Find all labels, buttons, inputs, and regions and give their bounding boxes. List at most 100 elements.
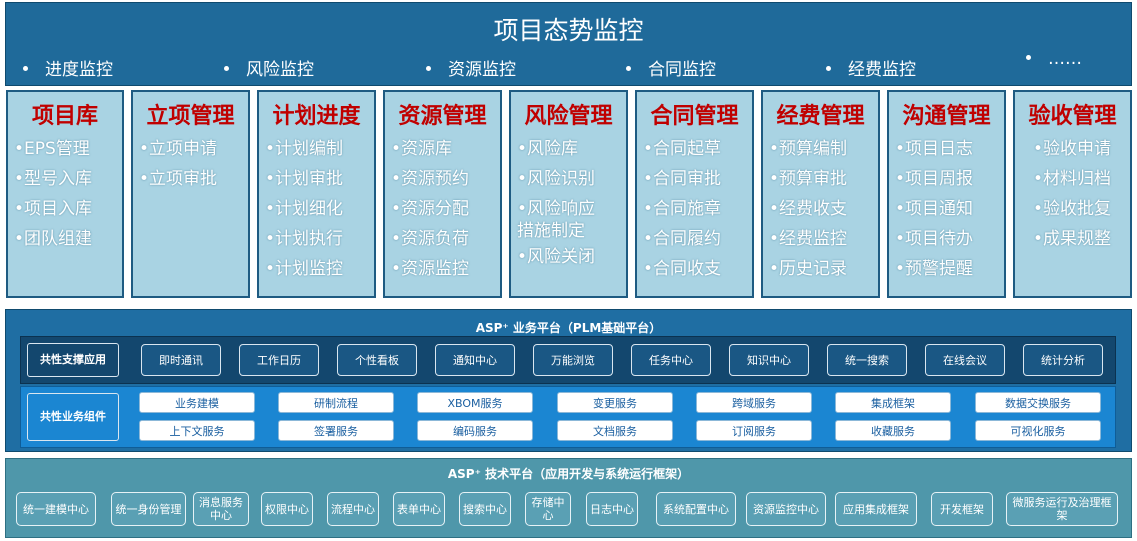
technology-platform-title: ASP⁺ 技术平台（应用开发与系统运行框架）: [447, 467, 690, 481]
module-item: •验收申请: [1033, 139, 1112, 159]
module-item: •合同收支: [643, 259, 722, 279]
app-notification-center[interactable]: 通知中心: [435, 344, 515, 376]
module-item: •项目日志: [895, 139, 974, 159]
component-business-modeling[interactable]: 业务建模: [139, 392, 255, 413]
component-favorites-service[interactable]: 收藏服务: [835, 420, 951, 441]
module-item: •型号入库: [14, 169, 93, 189]
module-item: •风险库: [517, 139, 579, 159]
bullet-icon: [23, 66, 28, 71]
module-item: •团队组建: [14, 229, 93, 249]
app-task-center[interactable]: 任务中心: [631, 344, 711, 376]
tech-system-config-center[interactable]: 系统配置中心: [656, 492, 736, 526]
monitor-item-resource: 资源监控: [426, 55, 516, 80]
module-item: •立项审批: [139, 169, 218, 189]
module-title: 验收管理: [1028, 104, 1117, 129]
app-statistics[interactable]: 统计分析: [1023, 344, 1103, 376]
app-online-meeting[interactable]: 在线会议: [925, 344, 1005, 376]
module-item: •资源负荷: [391, 229, 470, 249]
app-work-calendar[interactable]: 工作日历: [239, 344, 319, 376]
monitor-item-progress: 进度监控: [23, 55, 113, 80]
module-item: •风险关闭: [517, 247, 596, 267]
tech-identity-management[interactable]: 统一身份管理: [111, 492, 186, 526]
bullet-icon: [1026, 55, 1031, 60]
tech-log-center[interactable]: 日志中心: [586, 492, 638, 526]
module-title: 项目库: [31, 104, 98, 129]
app-universal-viewer[interactable]: 万能浏览: [533, 344, 613, 376]
module-item: •资源监控: [391, 259, 470, 279]
monitor-item-more: ……: [1026, 49, 1082, 69]
module-project-library: 项目库 •EPS管理 •型号入库 •项目入库 •团队组建: [6, 90, 124, 298]
component-subscription-service[interactable]: 订阅服务: [696, 420, 812, 441]
tech-storage-center[interactable]: 存储中心: [525, 492, 571, 526]
component-document-service[interactable]: 文档服务: [557, 420, 673, 441]
module-item: •计划细化: [265, 199, 344, 219]
module-item: •项目通知: [895, 199, 974, 219]
module-item: •预算编制: [769, 139, 848, 159]
business-platform-title: ASP⁺ 业务平台（PLM基础平台）: [475, 321, 662, 335]
tech-development-framework[interactable]: 开发框架: [931, 492, 993, 526]
module-acceptance: 验收管理 •验收申请 •材料归档 •验收批复 •成果规整: [1013, 90, 1132, 298]
module-item: •立项申请: [139, 139, 218, 159]
component-cross-domain-service[interactable]: 跨域服务: [696, 392, 812, 413]
module-item: •验收批复: [1033, 199, 1112, 219]
module-title: 合同管理: [650, 104, 739, 129]
component-change-service[interactable]: 变更服务: [557, 392, 673, 413]
module-title: 沟通管理: [902, 104, 991, 129]
app-knowledge-center[interactable]: 知识中心: [729, 344, 809, 376]
component-coding-service[interactable]: 编码服务: [417, 420, 533, 441]
bullet-icon: [426, 66, 431, 71]
module-item: 措施制定: [517, 221, 585, 241]
module-item: •资源分配: [391, 199, 470, 219]
module-item: •合同起草: [643, 139, 722, 159]
module-item: •预警提醒: [895, 259, 974, 279]
module-schedule: 计划进度 •计划编制 •计划审批 •计划细化 •计划执行 •计划监控: [257, 90, 376, 298]
tech-microservice-governance-framework[interactable]: 微服务运行及治理框架: [1006, 492, 1118, 526]
module-title: 计划进度: [272, 104, 361, 129]
tech-app-integration-framework[interactable]: 应用集成框架: [835, 492, 917, 526]
module-item: •经费收支: [769, 199, 848, 219]
module-item: •资源库: [391, 139, 453, 159]
component-context-service[interactable]: 上下文服务: [139, 420, 255, 441]
support-apps-label: 共性支撑应用: [27, 343, 119, 377]
component-integration-framework[interactable]: 集成框架: [835, 392, 951, 413]
module-item: •材料归档: [1033, 169, 1112, 189]
module-communication: 沟通管理 •项目日志 •项目周报 •项目通知 •项目待办 •预警提醒: [887, 90, 1006, 298]
module-item: •EPS管理: [14, 139, 90, 159]
tech-message-service-center[interactable]: 消息服务中心: [193, 492, 249, 526]
module-resource: 资源管理 •资源库 •资源预约 •资源分配 •资源负荷 •资源监控: [383, 90, 502, 298]
module-title: 立项管理: [146, 104, 235, 129]
module-item: •风险响应: [517, 199, 596, 219]
common-business-components-row: 共性业务组件 业务建模 研制流程 XBOM服务 变更服务 跨域服务 集成框架 数…: [20, 386, 1116, 448]
module-item: •计划执行: [265, 229, 344, 249]
component-rd-process[interactable]: 研制流程: [278, 392, 394, 413]
app-unified-search[interactable]: 统一搜索: [827, 344, 907, 376]
components-label: 共性业务组件: [27, 393, 119, 441]
component-signing-service[interactable]: 签署服务: [278, 420, 394, 441]
module-item: •风险识别: [517, 169, 596, 189]
component-xbom-service[interactable]: XBOM服务: [417, 392, 533, 413]
module-item: •项目入库: [14, 199, 93, 219]
technology-platform: ASP⁺ 技术平台（应用开发与系统运行框架） 统一建模中心 统一身份管理 消息服…: [5, 458, 1132, 538]
bullet-icon: [224, 66, 229, 71]
module-item: •预算审批: [769, 169, 848, 189]
tech-form-center[interactable]: 表单中心: [393, 492, 445, 526]
tech-search-center[interactable]: 搜索中心: [459, 492, 511, 526]
module-item: •合同履约: [643, 229, 722, 249]
bullet-icon: [826, 66, 831, 71]
business-platform: ASP⁺ 业务平台（PLM基础平台） 共性支撑应用 即时通讯 工作日历 个性看板…: [5, 309, 1132, 452]
monitor-item-funding: 经费监控: [826, 55, 916, 80]
component-data-exchange-service[interactable]: 数据交换服务: [975, 392, 1101, 413]
module-title: 经费管理: [776, 104, 865, 129]
module-item: •合同施章: [643, 199, 722, 219]
tech-permission-center[interactable]: 权限中心: [261, 492, 313, 526]
module-funding: 经费管理 •预算编制 •预算审批 •经费收支 •经费监控 •历史记录: [761, 90, 880, 298]
app-instant-messaging[interactable]: 即时通讯: [141, 344, 221, 376]
tech-unified-modeling-center[interactable]: 统一建模中心: [16, 492, 96, 526]
tech-process-center[interactable]: 流程中心: [327, 492, 379, 526]
module-item: •计划编制: [265, 139, 344, 159]
app-personal-dashboard[interactable]: 个性看板: [337, 344, 417, 376]
module-item: •合同审批: [643, 169, 722, 189]
tech-resource-monitor-center[interactable]: 资源监控中心: [746, 492, 826, 526]
module-item: •经费监控: [769, 229, 848, 249]
component-visualization-service[interactable]: 可视化服务: [975, 420, 1101, 441]
